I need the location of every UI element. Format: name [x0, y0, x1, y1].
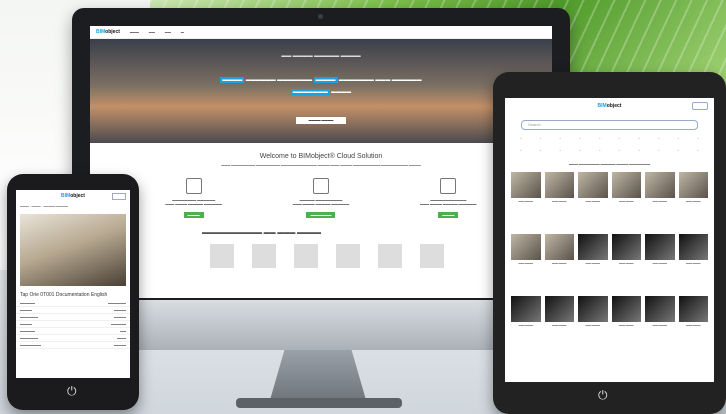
product-card[interactable]: ▬▬▬ ▬▬▬▬	[511, 172, 541, 228]
spec-row: ▬▬▬▬ ▬▬▬▬	[16, 307, 130, 314]
product-card[interactable]: ▬▬▬ ▬▬▬▬	[578, 234, 608, 290]
site-logo[interactable]: BIMobject	[96, 29, 120, 35]
product-card[interactable]: ▬▬▬ ▬▬▬▬	[578, 172, 608, 228]
globe-icon	[312, 178, 329, 194]
product-card[interactable]: ▬▬▬ ▬▬▬▬	[678, 234, 708, 290]
product-card[interactable]: ▬▬▬ ▬▬▬▬	[678, 172, 708, 228]
product-thumb[interactable]	[336, 244, 360, 268]
tablet-screen: BIMobject Search ◦ ◦ ◦ ◦ ◦ ◦ ◦ ◦ ◦ ◦ ◦ ◦ ◦ ◦ ◦ ◦…	[505, 98, 714, 382]
category-icon[interactable]: ◦	[658, 148, 660, 154]
product-card[interactable]: ▬▬▬ ▬▬▬▬	[645, 296, 675, 352]
category-icon[interactable]: ◦	[677, 136, 679, 142]
hero-banner: ▬▬ ▬▬▬▬ ▬▬▬▬▬ ▬▬▬▬ ▬▬▬▬ ▬▬▬▬▬▬ ▬▬▬▬▬▬▬ ▬…	[90, 39, 552, 143]
welcome-heading: Welcome to BIMobject® Cloud Solution	[259, 153, 383, 160]
nav-item[interactable]: ▬▬	[165, 30, 171, 34]
category-icon[interactable]: ◦	[520, 136, 522, 142]
phone-screen: BIMobject ▬▬▬ › ▬▬▬ › ▬▬▬▬ ▬▬▬▬ Tap Orie…	[16, 190, 130, 378]
product-card[interactable]: ▬▬▬ ▬▬▬▬	[645, 172, 675, 228]
product-card[interactable]: ▬▬▬ ▬▬▬▬	[511, 234, 541, 290]
feature-list: ▬▬▬▬▬▬▬▬ ▬▬▬▬▬▬ ▬▬▬ ▬▬▬▬ ▬▬▬▬▬ ▬▬▬▬▬▬ ▬▬▬…	[90, 170, 552, 218]
category-icon[interactable]: ◦	[697, 136, 699, 142]
category-icons: ◦ ◦ ◦ ◦ ◦ ◦ ◦ ◦ ◦ ◦	[505, 142, 714, 154]
tablet-device: BIMobject Search ◦ ◦ ◦ ◦ ◦ ◦ ◦ ◦ ◦ ◦ ◦ ◦ ◦ ◦ ◦ ◦…	[493, 72, 726, 414]
category-icon[interactable]: ◦	[559, 136, 561, 142]
feature-item: ▬▬▬▬▬▬▬▬ ▬▬▬▬▬▬ ▬▬▬ ▬▬▬▬ ▬▬▬▬▬ ▬▬▬▬▬▬ ▬▬▬…	[154, 178, 234, 218]
search-input[interactable]: Search	[521, 120, 698, 130]
phone-device: BIMobject ▬▬▬ › ▬▬▬ › ▬▬▬▬ ▬▬▬▬ Tap Orie…	[7, 174, 139, 410]
welcome-subtitle: ▬▬▬ ▬▬▬▬▬▬▬▬ ▬▬▬▬▬▬▬▬ ▬▬▬▬▬▬▬▬▬▬▬▬ ▬▬▬▬ …	[221, 163, 421, 167]
power-button-icon[interactable]: ⏻	[67, 384, 77, 399]
product-thumb[interactable]	[378, 244, 402, 268]
category-icon[interactable]: ◦	[540, 148, 542, 154]
product-thumb[interactable]	[294, 244, 318, 268]
product-image	[20, 214, 126, 286]
category-icon[interactable]: ◦	[677, 148, 679, 154]
product-card[interactable]: ▬▬▬ ▬▬▬▬	[544, 234, 574, 290]
document-icon	[185, 178, 202, 194]
category-icon[interactable]: ◦	[559, 148, 561, 154]
product-card[interactable]: ▬▬▬ ▬▬▬▬	[678, 296, 708, 352]
power-button-icon[interactable]: ⏻	[598, 388, 608, 403]
spec-row: ▬▬▬▬▬▬▬▬▬	[16, 335, 130, 342]
feature-button[interactable]: ▬▬▬▬	[183, 212, 204, 218]
monitor-screen: BIMobject ▬▬▬ ▬▬ ▬▬ ▬ ▬▬ ▬▬▬▬ ▬▬▬▬▬ ▬▬▬▬…	[90, 26, 552, 298]
camera-icon	[318, 14, 323, 19]
category-icon[interactable]: ◦	[618, 136, 620, 142]
tablet-header: BIMobject	[505, 98, 714, 114]
category-icon[interactable]: ◦	[520, 148, 522, 154]
product-card[interactable]: ▬▬▬ ▬▬▬▬	[544, 296, 574, 352]
product-thumb[interactable]	[210, 244, 234, 268]
spec-row: ▬▬▬▬▬▬▬▬▬	[16, 321, 130, 328]
category-icon[interactable]: ◦	[658, 136, 660, 142]
spec-row: ▬▬▬▬▬▬ ▬▬▬▬	[16, 314, 130, 321]
monitor-base	[236, 398, 402, 408]
product-card[interactable]: ▬▬▬ ▬▬▬▬	[611, 296, 641, 352]
nav-item[interactable]: ▬▬▬	[130, 30, 139, 34]
feature-item: ▬▬▬▬▬ ▬▬▬▬▬▬▬▬▬ ▬▬▬ ▬▬▬▬ ▬▬▬▬▬ ▬▬▬▬▬▬ ▬▬▬…	[281, 178, 361, 218]
product-card[interactable]: ▬▬▬ ▬▬▬▬	[578, 296, 608, 352]
category-icon[interactable]: ◦	[599, 136, 601, 142]
phone-header: BIMobject	[16, 190, 130, 202]
product-card[interactable]: ▬▬▬ ▬▬▬▬	[611, 234, 641, 290]
category-icon[interactable]: ◦	[540, 136, 542, 142]
product-thumb[interactable]	[252, 244, 276, 268]
spec-row: ▬▬▬▬▬▬▬▬▬▬▬	[16, 342, 130, 349]
feature-button[interactable]: ▬▬▬▬▬▬▬	[306, 212, 336, 218]
feature-button[interactable]: ▬▬▬▬	[438, 212, 459, 218]
category-icon[interactable]: ◦	[638, 136, 640, 142]
nav-item[interactable]: ▬▬	[149, 30, 155, 34]
category-icons: ◦ ◦ ◦ ◦ ◦ ◦ ◦ ◦ ◦ ◦	[505, 130, 714, 142]
category-icon[interactable]: ◦	[579, 136, 581, 142]
monitor-icon	[440, 178, 457, 194]
hero-cta-button[interactable]: ▬▬▬▬ ▬▬▬▬	[296, 117, 346, 124]
site-logo[interactable]: BIMobject	[598, 103, 622, 109]
login-button[interactable]	[692, 102, 708, 110]
monitor-stand	[270, 350, 366, 400]
product-title: Tap Orie 0T001 Documentation English	[20, 292, 108, 298]
hero-headline: ▬▬ ▬▬▬▬ ▬▬▬▬▬ ▬▬▬▬	[281, 53, 361, 59]
category-icon[interactable]: ◦	[638, 148, 640, 154]
feature-item: ▬▬▬▬▬▬▬▬▬▬▬▬ ▬▬▬ ▬▬▬▬ ▬▬▬▬▬ ▬▬▬▬▬▬ ▬▬▬▬	[408, 178, 488, 218]
site-logo[interactable]: BIMobject	[61, 193, 85, 199]
category-icon[interactable]: ◦	[618, 148, 620, 154]
product-grid: ▬▬▬ ▬▬▬▬ ▬▬▬ ▬▬▬▬ ▬▬▬ ▬▬▬▬ ▬▬▬ ▬▬▬▬ ▬▬▬ …	[505, 166, 714, 358]
spec-row: ▬▬▬▬▬▬▬▬▬▬▬	[16, 300, 130, 307]
category-icon[interactable]: ◦	[697, 148, 699, 154]
nav-item[interactable]: ▬	[181, 30, 184, 34]
product-thumb[interactable]	[420, 244, 444, 268]
top-nav: BIMobject ▬▬▬ ▬▬ ▬▬ ▬	[90, 26, 552, 39]
category-icon[interactable]: ◦	[579, 148, 581, 154]
product-card[interactable]: ▬▬▬ ▬▬▬▬	[611, 172, 641, 228]
breadcrumb[interactable]: ▬▬▬ › ▬▬▬ › ▬▬▬▬ ▬▬▬▬	[16, 202, 130, 210]
spec-row: ▬▬▬▬▬ ▬▬	[16, 328, 130, 335]
product-card[interactable]: ▬▬▬ ▬▬▬▬	[544, 172, 574, 228]
product-card[interactable]: ▬▬▬ ▬▬▬▬	[645, 234, 675, 290]
login-button[interactable]	[112, 193, 126, 200]
product-card[interactable]: ▬▬▬ ▬▬▬▬	[511, 296, 541, 352]
hero-stats: ▬▬▬▬ ▬▬▬▬▬▬ ▬▬▬▬▬▬▬ ▬▬▬▬ ▬▬▬▬▬▬▬ ▬▬▬ ▬▬▬…	[220, 77, 422, 95]
category-icon[interactable]: ◦	[599, 148, 601, 154]
